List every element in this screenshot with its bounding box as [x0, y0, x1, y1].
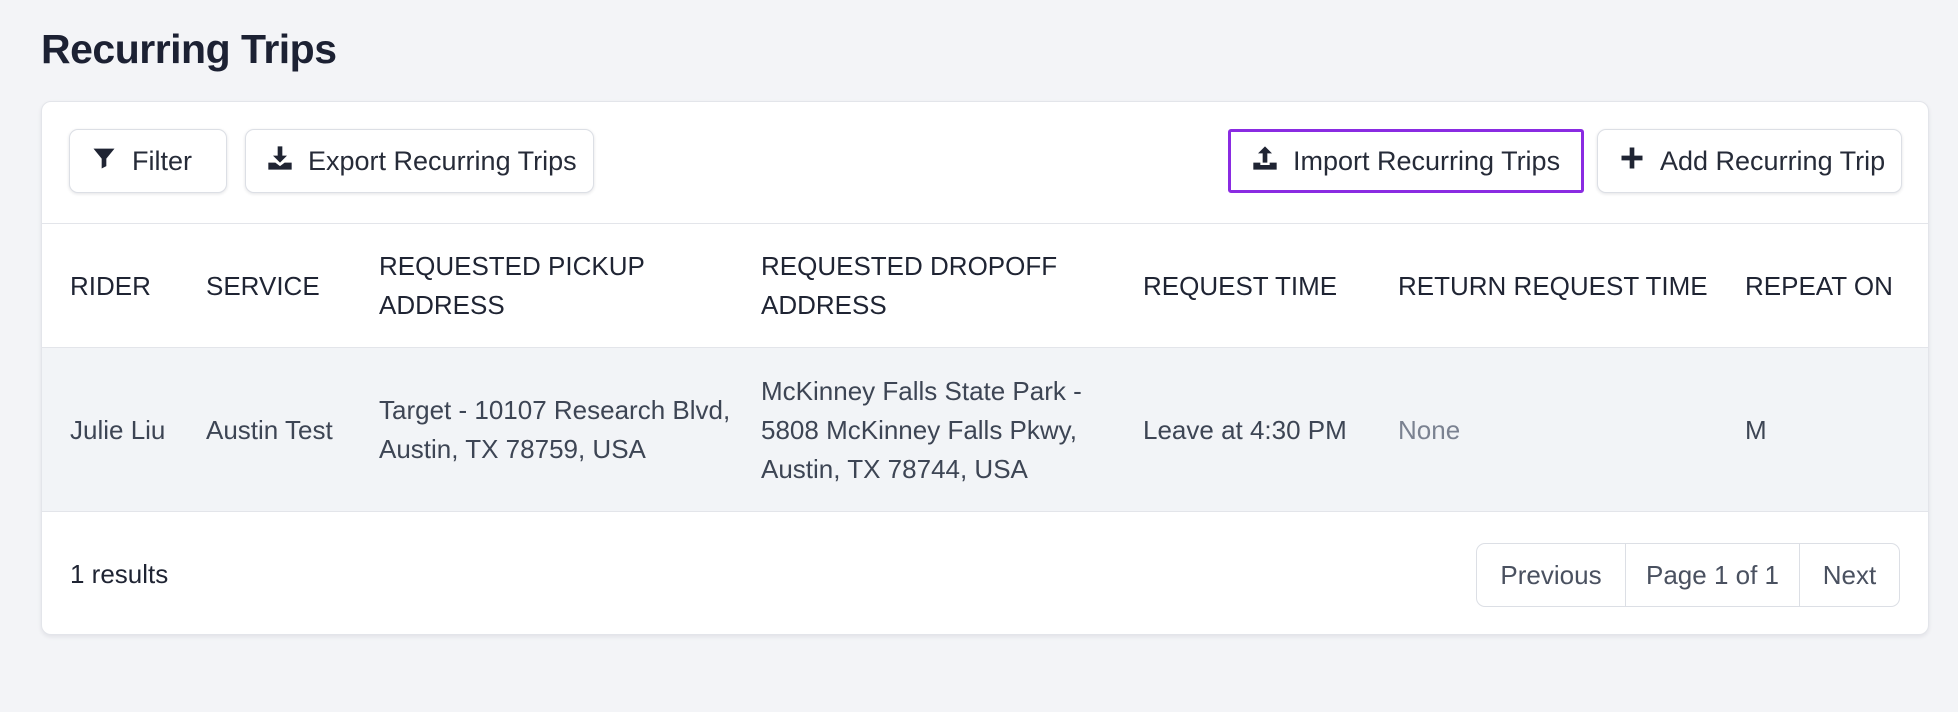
cell-request-time: Leave at 4:30 PM	[1143, 414, 1347, 445]
column-header-request-time: REQUEST TIME	[1143, 270, 1338, 301]
column-header-dropoff: REQUESTED DROPOFF ADDRESS	[761, 251, 1058, 320]
export-label: Export Recurring Trips	[308, 145, 577, 176]
download-icon	[266, 144, 294, 179]
page-indicator: Page 1 of 1	[1626, 544, 1800, 606]
add-recurring-trip-button[interactable]: Add Recurring Trip	[1597, 129, 1902, 193]
cell-return-request-time: None	[1398, 414, 1461, 445]
previous-page-button[interactable]: Previous	[1477, 544, 1626, 606]
pagination: Previous Page 1 of 1 Next	[1476, 543, 1900, 607]
import-label: Import Recurring Trips	[1293, 145, 1561, 176]
cell-dropoff-address: McKinney Falls State Park - 5808 McKinne…	[761, 375, 1082, 484]
column-header-pickup: REQUESTED PICKUP ADDRESS	[379, 251, 645, 320]
table-header: RIDER SERVICE REQUESTED PICKUP ADDRESS R…	[42, 224, 1928, 348]
table-row[interactable]: Julie Liu Austin Test Target - 10107 Res…	[42, 348, 1928, 512]
column-header-rider: RIDER	[70, 270, 151, 301]
column-header-return-request-time: RETURN REQUEST TIME	[1398, 270, 1708, 301]
cell-service: Austin Test	[206, 414, 333, 445]
next-page-button[interactable]: Next	[1800, 544, 1899, 606]
filter-icon	[90, 144, 118, 179]
results-count: 1 results	[70, 558, 169, 589]
table-footer: 1 results Previous Page 1 of 1 Next	[42, 512, 1928, 634]
filter-label: Filter	[132, 145, 192, 176]
column-header-service: SERVICE	[206, 270, 320, 301]
cell-pickup-address: Target - 10107 Research Blvd, Austin, TX…	[379, 395, 731, 464]
cell-rider: Julie Liu	[70, 414, 166, 445]
page-title: Recurring Trips	[41, 26, 337, 72]
toolbar: Filter Export Recurring Trips Import Rec…	[42, 102, 1928, 224]
add-label: Add Recurring Trip	[1660, 145, 1886, 176]
cell-repeat-on: M	[1745, 414, 1767, 445]
import-recurring-trips-button[interactable]: Import Recurring Trips	[1228, 129, 1584, 193]
column-header-repeat-on: REPEAT ON	[1745, 270, 1893, 301]
plus-icon	[1618, 144, 1646, 179]
filter-button[interactable]: Filter	[69, 129, 227, 193]
upload-icon	[1251, 144, 1279, 179]
recurring-trips-card: Filter Export Recurring Trips Import Rec…	[41, 101, 1929, 635]
export-recurring-trips-button[interactable]: Export Recurring Trips	[245, 129, 594, 193]
